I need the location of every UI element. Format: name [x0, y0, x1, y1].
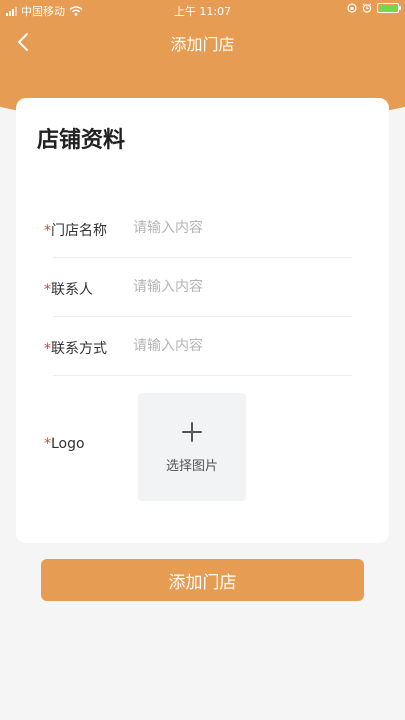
status-right	[347, 3, 401, 13]
status-bar: 中国移动 上午 11:07	[0, 0, 405, 20]
store-name-row: *门店名称	[44, 199, 352, 258]
required-mark: *	[44, 436, 51, 452]
alarm-icon	[362, 3, 372, 13]
rotation-lock-icon	[347, 3, 357, 13]
contact-person-label: *联系人	[44, 282, 93, 298]
required-mark: *	[44, 282, 51, 298]
logo-label: *Logo	[44, 436, 85, 452]
nav-bar: 添加门店	[0, 22, 405, 62]
image-upload-button[interactable]: 选择图片	[138, 393, 246, 501]
contact-person-input[interactable]	[133, 272, 343, 302]
required-mark: *	[44, 341, 51, 357]
logo-row: *Logo 选择图片	[44, 392, 352, 502]
plus-icon	[182, 422, 202, 442]
store-name-input[interactable]	[133, 213, 343, 243]
upload-label: 选择图片	[165, 459, 218, 474]
contact-method-input[interactable]	[133, 331, 343, 361]
store-info-card: 店铺资料 *门店名称 *联系人 *联系方式 *Logo 选择图片	[16, 98, 389, 543]
page-title: 添加门店	[170, 35, 235, 54]
contact-method-label: *联系方式	[44, 341, 107, 357]
status-time: 上午 11:07	[173, 5, 232, 18]
contact-person-row: *联系人	[44, 258, 352, 317]
add-store-button[interactable]: 添加门店	[41, 559, 364, 601]
contact-method-row: *联系方式	[44, 317, 352, 376]
battery-icon	[377, 3, 401, 13]
required-mark: *	[44, 223, 51, 239]
store-name-label: *门店名称	[44, 223, 107, 239]
section-title: 店铺资料	[37, 128, 126, 153]
